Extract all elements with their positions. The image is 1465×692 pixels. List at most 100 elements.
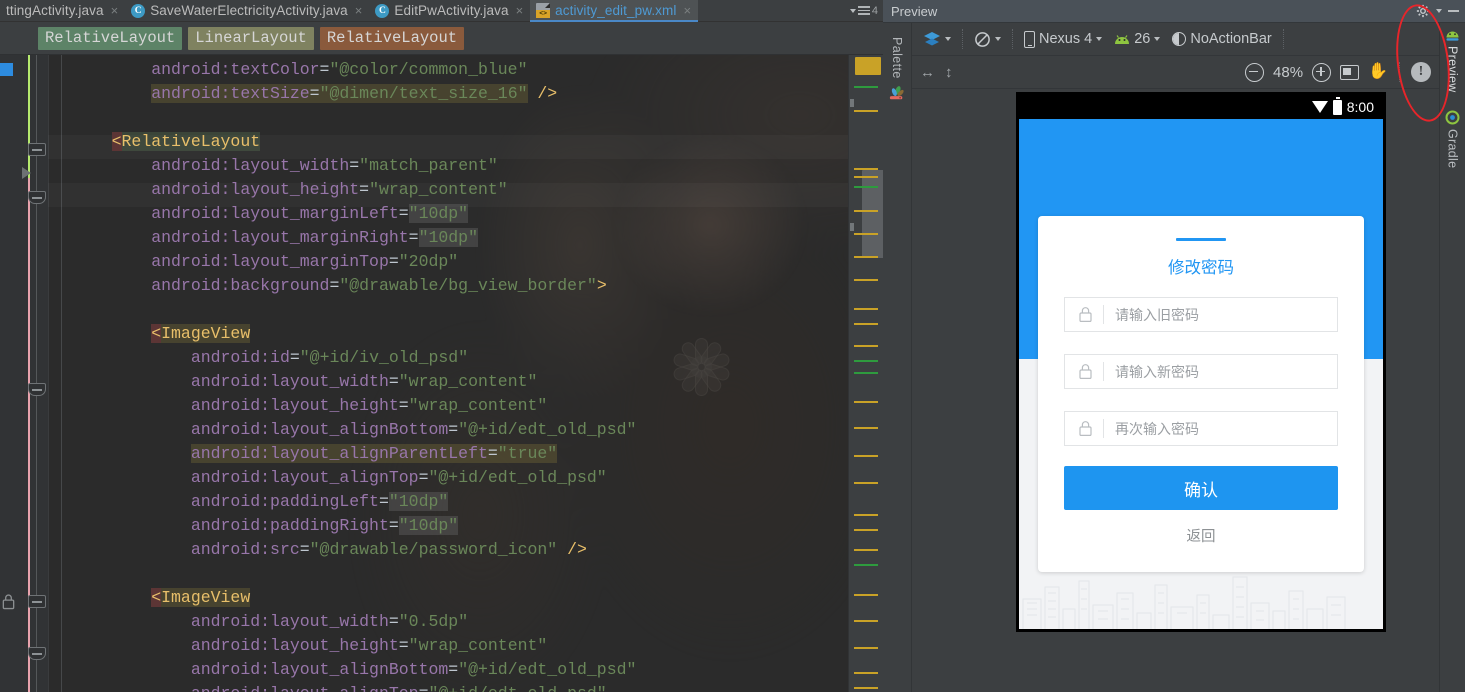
stripe-marker-23[interactable]: [854, 620, 878, 622]
stripe-marker-13[interactable]: [854, 372, 878, 374]
stripe-marker-0[interactable]: [854, 86, 878, 88]
code-text[interactable]: android:textColor="@color/common_blue" a…: [0, 55, 883, 692]
editor-tab-0[interactable]: ttingActivity.java ×: [0, 0, 125, 21]
orientation-button[interactable]: [971, 29, 1004, 50]
gear-icon[interactable]: [1416, 4, 1430, 18]
orientation-rotate-icon: [975, 31, 990, 47]
chevron-down-icon[interactable]: [1154, 37, 1161, 41]
preview-tool-window-header: Preview: [883, 0, 1465, 23]
error-stripe-scrollbar[interactable]: [848, 55, 883, 692]
stripe-marker-10[interactable]: [854, 323, 878, 325]
stripe-dot-1: [850, 223, 854, 231]
status-time: 8:00: [1346, 99, 1374, 115]
code-line-5: android:layout_height="wrap_content": [151, 180, 508, 199]
code-line-15: android:layout_alignBottom="@+id/edt_old…: [190, 420, 637, 439]
stripe-marker-16[interactable]: [854, 455, 878, 457]
editor-tab-1[interactable]: C SaveWaterElectricityActivity.java ×: [125, 0, 369, 21]
api-selector[interactable]: 26: [1111, 29, 1163, 49]
change-password-card: 修改密码 请输入旧密码 请输入新密码 再次输入密码 确认 返回: [1038, 216, 1364, 572]
editor-tab-2[interactable]: C EditPwActivity.java ×: [369, 0, 530, 21]
stripe-marker-14[interactable]: [854, 401, 878, 403]
theme-selector[interactable]: NoActionBar: [1169, 29, 1274, 49]
tab-close-icon[interactable]: ×: [355, 3, 363, 18]
confirm-button[interactable]: 确认: [1064, 466, 1338, 510]
stripe-marker-15[interactable]: [854, 427, 878, 429]
rail-item-gradle[interactable]: Gradle: [1445, 110, 1460, 168]
zoom-level-label: 48%: [1273, 63, 1304, 81]
preview-title-label: Preview: [891, 3, 938, 19]
editor-tab-label: ttingActivity.java: [6, 3, 104, 18]
breadcrumb-item-2[interactable]: RelativeLayout: [319, 26, 465, 50]
rail-item-preview[interactable]: Preview: [1445, 27, 1460, 93]
stripe-dot-0: [850, 99, 854, 107]
confirm-password-field[interactable]: 再次输入密码: [1064, 411, 1338, 446]
code-line-13: android:layout_width="wrap_content": [190, 372, 538, 391]
code-line-9: android:background="@drawable/bg_view_bo…: [151, 276, 607, 295]
android-studio-window: ttingActivity.java × C SaveWaterElectricity…: [0, 0, 1465, 692]
stripe-marker-8[interactable]: [854, 279, 878, 281]
tab-close-icon[interactable]: ×: [683, 3, 691, 18]
chevron-down-icon[interactable]: [1436, 9, 1442, 13]
old-password-placeholder: 请输入旧密码: [1115, 306, 1199, 323]
preview-toolbar: Nexus 4 26 NoActionBar: [912, 23, 1439, 56]
stripe-marker-25[interactable]: [854, 672, 878, 674]
zoom-in-icon[interactable]: [1312, 62, 1332, 82]
stripe-marker-11[interactable]: [854, 345, 878, 347]
stripe-marker-20[interactable]: [854, 549, 878, 551]
stripe-marker-4[interactable]: [854, 186, 878, 188]
stripe-marker-7[interactable]: [854, 256, 878, 258]
theme-label: NoActionBar: [1190, 31, 1272, 47]
chevron-down-icon: [849, 8, 856, 13]
horizontal-resize-icon[interactable]: ↔: [920, 64, 935, 81]
stripe-marker-19[interactable]: [854, 529, 878, 531]
breadcrumb-item-1[interactable]: LinearLayout: [188, 26, 314, 50]
tab-close-icon[interactable]: ×: [111, 3, 119, 18]
zoom-out-icon[interactable]: [1245, 62, 1265, 82]
stripe-marker-18[interactable]: [854, 514, 878, 516]
stripe-marker-1[interactable]: [854, 110, 878, 112]
chevron-down-icon[interactable]: [1096, 37, 1103, 41]
back-link[interactable]: 返回: [1064, 525, 1338, 546]
stripe-marker-9[interactable]: [854, 308, 878, 310]
pan-hand-icon[interactable]: ✋: [1368, 64, 1388, 80]
preview-canvas[interactable]: 8:00 修改密码 请输入旧密码 请输入新密码 再次输入密码 确认 返回: [912, 89, 1439, 692]
palette-sidebar[interactable]: Palette: [883, 23, 912, 692]
code-line-16: android:layout_alignParentLeft="true": [190, 444, 558, 463]
editor-tab-3[interactable]: activity_edit_pw.xml ×: [530, 0, 699, 22]
stripe-marker-2[interactable]: [854, 168, 878, 170]
code-line-12: android:id="@+id/iv_old_psd": [190, 348, 469, 367]
code-editor[interactable]: android:textColor="@color/common_blue" a…: [0, 55, 883, 692]
tab-close-icon[interactable]: ×: [516, 3, 524, 18]
stripe-marker-12[interactable]: [854, 360, 878, 362]
new-password-placeholder: 请输入新密码: [1115, 363, 1199, 380]
stripe-marker-24[interactable]: [854, 647, 878, 649]
chevron-down-icon[interactable]: [995, 37, 1001, 41]
new-password-field[interactable]: 请输入新密码: [1064, 354, 1338, 389]
stripe-marker-5[interactable]: [854, 210, 878, 212]
java-class-icon: C: [375, 3, 390, 18]
stripe-marker-22[interactable]: [854, 594, 878, 596]
stripe-marker-6[interactable]: [854, 233, 878, 235]
device-selector[interactable]: Nexus 4: [1021, 29, 1105, 50]
warning-icon[interactable]: !: [1411, 62, 1431, 82]
chevron-down-icon[interactable]: [945, 37, 951, 41]
toolbar-separator: [962, 29, 963, 49]
old-password-field[interactable]: 请输入旧密码: [1064, 297, 1338, 332]
stripe-marker-3[interactable]: [854, 176, 878, 178]
layers-button[interactable]: [920, 29, 954, 49]
field-divider: [1103, 305, 1104, 324]
stripe-top-indicator[interactable]: [855, 57, 881, 75]
stripe-marker-26[interactable]: [854, 687, 878, 689]
stripe-marker-17[interactable]: [854, 482, 878, 484]
scrollbar-thumb[interactable]: [862, 170, 883, 258]
android-preview-icon: [1446, 31, 1459, 41]
zoom-to-fit-icon[interactable]: [1340, 64, 1360, 80]
code-line-23: android:layout_width="0.5dp": [190, 612, 469, 631]
breadcrumb-item-0[interactable]: RelativeLayout: [38, 26, 183, 50]
tab-overflow-button[interactable]: 4: [845, 0, 883, 21]
vertical-resize-icon[interactable]: ↕: [945, 64, 953, 81]
stripe-marker-21[interactable]: [854, 564, 878, 566]
code-line-7: android:layout_marginRight="10dp": [151, 228, 478, 247]
minimize-icon[interactable]: [1448, 10, 1459, 12]
